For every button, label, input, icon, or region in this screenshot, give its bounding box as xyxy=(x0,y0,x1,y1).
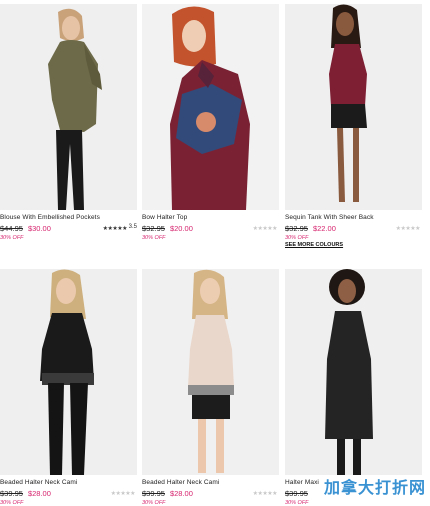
original-price: $39.95 xyxy=(142,489,165,498)
original-price: $32.95 xyxy=(285,224,308,233)
price-row: $39.95 $28.00 ★★★★★ xyxy=(0,489,137,499)
see-more-colours-link[interactable]: SEE MORE COLOURS xyxy=(285,242,343,248)
product-image[interactable] xyxy=(142,269,279,475)
product-image[interactable] xyxy=(285,269,422,475)
product-name[interactable]: Beaded Halter Neck Cami xyxy=(142,479,219,486)
original-price: $32.95 xyxy=(142,224,165,233)
rating-stars-icon: ★★★★★ xyxy=(102,225,128,232)
rating-stars-icon: ★★★★★ xyxy=(252,225,278,232)
discount-label: 30% OFF xyxy=(0,500,24,506)
sale-price: $28.00 xyxy=(169,489,193,498)
original-price: $39.95 xyxy=(285,489,308,498)
price-row: $32.95 $22.00 ★★★★★ xyxy=(285,224,422,234)
product-name[interactable]: Blouse With Embellished Pockets xyxy=(0,214,100,221)
sale-price: $28.00 xyxy=(27,489,51,498)
original-price: $44.95 xyxy=(0,224,23,233)
product-name[interactable]: Halter Maxi xyxy=(285,479,319,486)
sale-price: $22.00 xyxy=(312,224,336,233)
rating-stars-icon: ★★★★★ xyxy=(395,225,421,232)
rating-stars-icon: ★★★★★ xyxy=(252,490,278,497)
product-name[interactable]: Bow Halter Top xyxy=(142,214,187,221)
original-price: $39.95 xyxy=(0,489,23,498)
product-name[interactable]: Beaded Halter Neck Cami xyxy=(0,479,77,486)
price-row: $44.95 $30.00 ★★★★★ 3.5 xyxy=(0,224,137,234)
discount-label: 30% OFF xyxy=(285,500,309,506)
product-image[interactable] xyxy=(0,269,137,475)
rating-value: 3.5 xyxy=(128,224,137,230)
discount-label: 30% OFF xyxy=(142,500,166,506)
discount-label: 30% OFF xyxy=(285,235,309,241)
discount-label: 30% OFF xyxy=(142,235,166,241)
product-image[interactable] xyxy=(0,4,137,210)
product-name[interactable]: Sequin Tank With Sheer Back xyxy=(285,214,374,221)
price-row: $39.95 $28.00 ★★★★★ xyxy=(142,489,279,499)
price-row: $32.95 $20.00 ★★★★★ xyxy=(142,224,279,234)
discount-label: 30% OFF xyxy=(0,235,24,241)
product-image[interactable] xyxy=(285,4,422,210)
rating-stars-icon: ★★★★★ xyxy=(110,490,136,497)
product-image[interactable] xyxy=(142,4,279,210)
sale-price: $30.00 xyxy=(27,224,51,233)
watermark-logo: 加拿大打折网 xyxy=(323,478,426,497)
sale-price: $20.00 xyxy=(169,224,193,233)
